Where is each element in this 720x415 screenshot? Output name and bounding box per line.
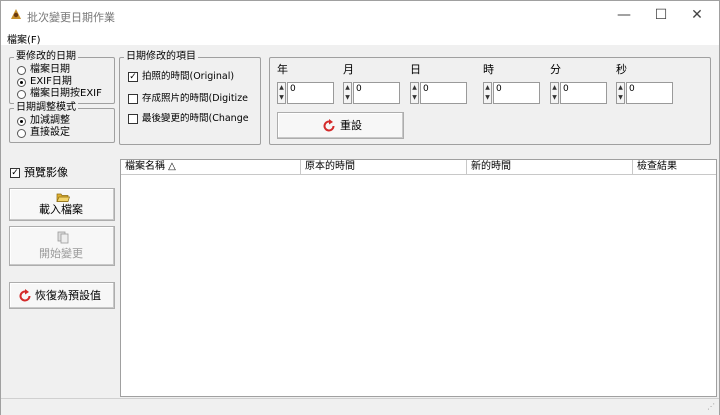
column-header-filename[interactable]: 檔案名稱 △: [121, 160, 301, 175]
checkbox-original-time[interactable]: ✓: [128, 72, 138, 82]
checkbox-digitized-time[interactable]: [128, 94, 138, 104]
year-spinner[interactable]: ▲ ▼ 0: [277, 82, 334, 104]
menu-bar: 檔案(F): [1, 29, 719, 46]
start-change-button[interactable]: 開始變更: [9, 226, 115, 266]
document-change-icon: [57, 231, 69, 244]
month-spinner-arrows[interactable]: ▲ ▼: [343, 82, 352, 104]
window-title: 批次變更日期作業: [27, 11, 115, 24]
label-minute: 分: [550, 63, 561, 76]
checkbox-preview-label: 預覽影像: [24, 166, 68, 179]
year-value[interactable]: 0: [287, 82, 334, 104]
label-month: 月: [343, 63, 354, 76]
day-spinner-arrows[interactable]: ▲ ▼: [410, 82, 419, 104]
radio-file-by-exif-label: 檔案日期按EXIF: [30, 88, 102, 99]
second-spinner[interactable]: ▲ ▼ 0: [616, 82, 673, 104]
column-header-new-time[interactable]: 新的時間: [467, 160, 633, 175]
radio-exif-date[interactable]: [17, 78, 26, 87]
items-legend: 日期修改的項目: [124, 51, 198, 63]
second-spinner-arrows[interactable]: ▲ ▼: [616, 82, 625, 104]
items-group: 日期修改的項目 ✓ 拍照的時間(Original) 存成照片的時間(Digiti…: [119, 51, 261, 145]
refresh-icon: [19, 289, 31, 302]
label-hour: 時: [483, 63, 494, 76]
start-change-label: 開始變更: [39, 247, 83, 260]
reset-button[interactable]: 重設: [277, 112, 404, 139]
year-spinner-arrows[interactable]: ▲ ▼: [277, 82, 286, 104]
hour-value[interactable]: 0: [493, 82, 540, 104]
app-icon: [11, 9, 21, 19]
label-year: 年: [277, 63, 288, 76]
radio-direct-set-label: 直接設定: [30, 127, 70, 138]
main-window: 批次變更日期作業 — ☐ ✕ 檔案(F) 要修改的日期 檔案日期 EXIF日期 …: [0, 0, 720, 415]
radio-file-date[interactable]: [17, 66, 26, 75]
radio-relative-adjust-label: 加減調整: [30, 115, 70, 126]
minute-spinner-arrows[interactable]: ▲ ▼: [550, 82, 559, 104]
folder-open-icon: [56, 193, 70, 202]
checkbox-preview[interactable]: ✓: [10, 168, 20, 178]
label-second: 秒: [616, 63, 627, 76]
month-spinner[interactable]: ▲ ▼ 0: [343, 82, 400, 104]
second-value[interactable]: 0: [626, 82, 673, 104]
column-header-original-time[interactable]: 原本的時間: [301, 160, 467, 175]
close-button[interactable]: ✕: [674, 1, 720, 29]
restore-defaults-label: 恢復為預設值: [35, 289, 101, 302]
hour-spinner[interactable]: ▲ ▼ 0: [483, 82, 540, 104]
status-bar: ⋰: [1, 398, 719, 415]
time-adjust-panel: 年 月 日 時 分 秒 ▲ ▼ 0 ▲ ▼ 0 ▲ ▼ 0 ▲ ▼ 0 ▲ ▼ 0 ▲ ▼ …: [269, 57, 711, 145]
label-day: 日: [410, 63, 421, 76]
checkbox-original-time-label: 拍照的時間(Original): [142, 71, 235, 82]
title-bar[interactable]: 批次變更日期作業 — ☐ ✕: [1, 1, 719, 29]
modify-target-legend: 要修改的日期: [14, 51, 78, 63]
month-value[interactable]: 0: [353, 82, 400, 104]
checkbox-changed-time-label: 最後變更的時間(Change: [142, 113, 249, 124]
column-header-check-result[interactable]: 檢查結果: [633, 160, 716, 175]
adjust-mode-legend: 日期調整模式: [14, 102, 78, 114]
menu-file[interactable]: 檔案(F): [7, 31, 41, 46]
refresh-icon: [323, 119, 335, 132]
day-spinner[interactable]: ▲ ▼ 0: [410, 82, 467, 104]
file-list-table[interactable]: 檔案名稱 △ 原本的時間 新的時間 檢查結果: [120, 159, 717, 397]
checkbox-digitized-time-label: 存成照片的時間(Digitize: [142, 93, 249, 104]
minute-spinner[interactable]: ▲ ▼ 0: [550, 82, 607, 104]
radio-file-by-exif[interactable]: [17, 90, 26, 99]
load-files-button[interactable]: 載入檔案: [9, 188, 115, 221]
radio-file-date-label: 檔案日期: [30, 64, 70, 75]
modify-target-group: 要修改的日期 檔案日期 EXIF日期 檔案日期按EXIF: [9, 51, 115, 104]
reset-button-label: 重設: [340, 119, 362, 132]
radio-exif-date-label: EXIF日期: [30, 76, 72, 87]
radio-relative-adjust[interactable]: [17, 117, 26, 126]
adjust-mode-group: 日期調整模式 加減調整 直接設定: [9, 102, 115, 143]
load-files-label: 載入檔案: [39, 203, 83, 216]
restore-defaults-button[interactable]: 恢復為預設值: [9, 282, 115, 309]
resize-grip-icon[interactable]: ⋰: [707, 402, 717, 412]
day-value[interactable]: 0: [420, 82, 467, 104]
minute-value[interactable]: 0: [560, 82, 607, 104]
checkbox-changed-time[interactable]: [128, 114, 138, 124]
hour-spinner-arrows[interactable]: ▲ ▼: [483, 82, 492, 104]
radio-direct-set[interactable]: [17, 129, 26, 138]
